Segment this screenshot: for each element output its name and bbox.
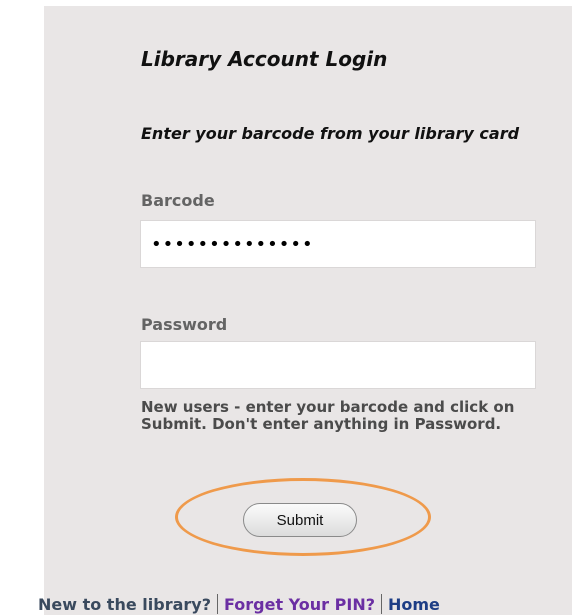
- page-title: Library Account Login: [141, 47, 388, 71]
- barcode-instruction: Enter your barcode from your library car…: [141, 124, 520, 143]
- barcode-input[interactable]: [140, 220, 536, 268]
- footer-divider: [380, 594, 382, 614]
- submit-button[interactable]: Submit: [243, 503, 357, 537]
- footer-divider: [216, 594, 218, 614]
- new-to-library-text: New to the library?: [38, 595, 211, 614]
- password-label: Password: [141, 315, 228, 334]
- forgot-pin-link[interactable]: Forget Your PIN?: [224, 595, 375, 614]
- footer-links: New to the library? Forget Your PIN? Home: [38, 594, 440, 616]
- home-link[interactable]: Home: [388, 595, 440, 614]
- new-users-hint: New users - enter your barcode and click…: [141, 398, 515, 433]
- barcode-label: Barcode: [141, 191, 215, 210]
- password-input[interactable]: [140, 341, 536, 389]
